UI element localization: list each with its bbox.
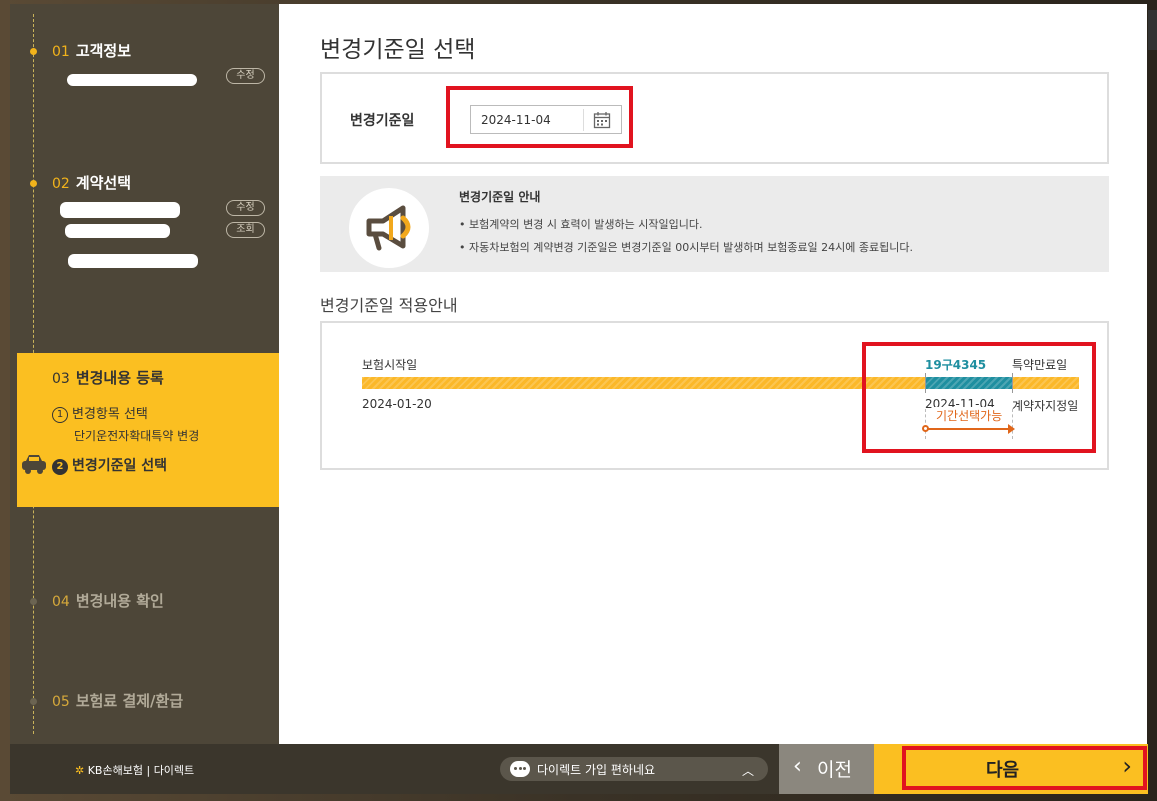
- step-number: 05: [52, 694, 70, 710]
- date-select-panel: 변경기준일 2024-11-04: [320, 72, 1109, 164]
- megaphone-icon: [366, 205, 411, 251]
- substep-number-icon: 1: [52, 407, 68, 423]
- chevron-left-icon: ‹: [793, 754, 802, 779]
- redacted-contract-info: [60, 202, 180, 218]
- timeline-start-label: 보험시작일: [362, 358, 418, 372]
- highlight-box: [446, 86, 633, 148]
- chat-text: 다이렉트 가입 편하네요: [537, 763, 656, 777]
- chat-feedback-button[interactable]: 다이렉트 가입 편하네요 ︿: [500, 757, 768, 781]
- notice-title: 변경기준일 안내: [459, 190, 541, 204]
- redacted-customer-info: [67, 74, 197, 86]
- scrollbar-thumb[interactable]: [1148, 10, 1157, 50]
- edit-customer-button[interactable]: 수정: [226, 68, 265, 84]
- highlight-box: [902, 746, 1147, 790]
- footer-brand: ✲ KB손해보험 | 다이렉트: [10, 744, 279, 794]
- step-label: 고객정보: [75, 42, 132, 60]
- date-notice-panel: 변경기준일 안내 • 보험계약의 변경 시 효력이 발생하는 시작일입니다. •…: [320, 176, 1109, 272]
- redacted-contract-info: [68, 254, 198, 268]
- step-dot: [30, 180, 37, 187]
- step-number: 02: [52, 176, 70, 192]
- substep-label: 변경항목 선택: [72, 407, 148, 422]
- notice-line: • 보험계약의 변경 시 효력이 발생하는 시작일입니다.: [459, 218, 703, 231]
- brand-name: KB손해보험: [87, 764, 143, 777]
- step-04-title: 04 변경내용 확인: [52, 590, 164, 611]
- prev-button[interactable]: ‹ 이전: [779, 744, 874, 794]
- step-dot: [30, 598, 37, 605]
- apply-section-title: 변경기준일 적용안내: [320, 296, 458, 315]
- date-label: 변경기준일: [350, 113, 415, 129]
- step-dot: [30, 48, 37, 55]
- step-sidebar: 01 고객정보 수정 02 계약선택 수정 조회 03 변경내용 등록 1 변경항목 선…: [10, 4, 279, 744]
- step-label: 변경내용 확인: [75, 592, 164, 610]
- car-icon: [22, 455, 46, 474]
- timeline-panel: 보험시작일 2024-01-20 19구4345 특약만료일 2024-11-0…: [320, 321, 1109, 470]
- chevron-up-icon: ︿: [741, 764, 754, 778]
- substep-select-date[interactable]: 2 변경기준일 선택: [52, 455, 167, 475]
- step-02-title: 02 계약선택: [52, 172, 131, 193]
- chat-bubble-icon: [510, 761, 530, 777]
- prev-label: 이전: [817, 759, 852, 781]
- substep-label: 변경기준일 선택: [72, 458, 168, 474]
- brand-separator: |: [146, 764, 151, 777]
- edit-contract-button[interactable]: 수정: [226, 200, 265, 216]
- timeline-start-date: 2024-01-20: [362, 397, 432, 411]
- substep-number-icon: 2: [52, 459, 68, 475]
- view-contract-button[interactable]: 조회: [226, 222, 265, 238]
- notice-line: • 자동차보험의 계약변경 기준일은 변경기준일 00시부터 발생하며 보험종료…: [459, 241, 914, 254]
- step-label: 계약선택: [75, 174, 132, 192]
- substep-select-item[interactable]: 1 변경항목 선택: [52, 403, 148, 423]
- step-number: 01: [52, 44, 70, 60]
- brand-logo: ✲ KB손해보험 | 다이렉트: [75, 762, 194, 778]
- step-number: 03: [52, 371, 70, 387]
- step-dot: [30, 698, 37, 705]
- kb-star-icon: ✲: [75, 764, 85, 777]
- brand-sub: 다이렉트: [153, 764, 195, 777]
- substep-detail: 단기운전자확대특약 변경: [74, 429, 200, 443]
- step-label: 변경내용 등록: [75, 369, 164, 387]
- page-title: 변경기준일 선택: [320, 37, 476, 63]
- app-frame: 01 고객정보 수정 02 계약선택 수정 조회 03 변경내용 등록 1 변경항목 선…: [0, 0, 1157, 801]
- step-number: 04: [52, 594, 70, 610]
- step-03-active-panel: 03 변경내용 등록 1 변경항목 선택 단기운전자확대특약 변경 2 변경기준일 선…: [17, 353, 279, 507]
- step-05-title: 05 보험료 결제/환급: [52, 690, 183, 711]
- footer-bar: 다이렉트 가입 편하네요 ︿: [279, 744, 779, 794]
- main-content: 변경기준일 선택 변경기준일 2024-11-04 변경기준일 안내 • 보험계…: [279, 4, 1147, 744]
- step-03-title: 03 변경내용 등록: [52, 367, 164, 388]
- step-label: 보험료 결제/환급: [75, 692, 184, 710]
- highlight-box: [862, 342, 1096, 453]
- step-01-title: 01 고객정보: [52, 40, 131, 61]
- redacted-contract-info: [65, 224, 170, 238]
- megaphone-icon-circle: [349, 188, 429, 268]
